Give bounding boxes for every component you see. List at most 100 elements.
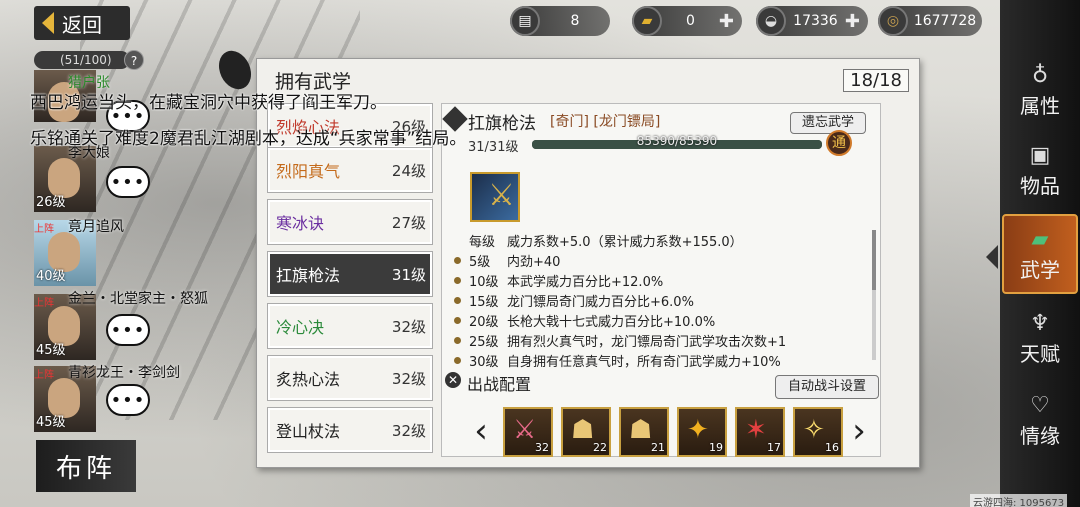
skill-level: 32级 <box>391 421 426 440</box>
effects-scrollbar[interactable] <box>872 230 876 360</box>
effect-text: 内劲+40 <box>507 254 561 270</box>
effect-row: 5级 内劲+40 <box>454 250 864 270</box>
chat-bubble-icon[interactable]: ••• <box>106 166 150 198</box>
chat-bubble-icon[interactable]: ••• <box>106 384 150 416</box>
skill-level: 32级 <box>391 317 426 336</box>
skill-item[interactable]: 冷心决 32级 <box>267 303 433 349</box>
claw-icon: ✶ <box>745 415 767 445</box>
exp-text: 85390/85390 <box>636 134 718 148</box>
skill-level: 24级 <box>391 161 426 180</box>
tab-label: 属性 <box>1020 93 1060 118</box>
book-icon: ▰ <box>1031 226 1049 252</box>
next-arrow-icon[interactable]: › <box>849 413 869 449</box>
skill-detail: 扛旗枪法 [奇门] [龙门镖局] 遗忘武学 31/31级 85390/85390… <box>441 103 881 457</box>
deployed-tag: 上阵 <box>34 370 54 381</box>
tab-label: 物品 <box>1020 173 1060 198</box>
deploy-slot[interactable]: ☗ 21 <box>619 407 669 457</box>
add-silver-button[interactable]: ✚ <box>845 11 860 32</box>
effect-level: 5级 <box>469 254 491 270</box>
gourd-icon: ♁ <box>1031 62 1049 88</box>
effect-level: 15级 <box>469 294 499 310</box>
sword-strike-icon: ⚔ <box>513 415 537 445</box>
resource-value: 8 <box>570 13 580 29</box>
effect-row: 20级 长枪大戟十七式威力百分比+10.0% <box>454 310 864 330</box>
tab-attributes[interactable]: ♁ 属性 <box>1002 50 1078 130</box>
effect-row: 10级 本武学威力百分比+12.0% <box>454 270 864 290</box>
deploy-slot[interactable]: ✦ 19 <box>677 407 727 457</box>
deploy-slot[interactable]: ✶ 17 <box>735 407 785 457</box>
effects-list: 每级 威力系数+5.0（累计威力系数+155.0） 5级 内劲+40 10级 本… <box>454 230 864 370</box>
skill-name: 扛旗枪法 <box>276 266 341 285</box>
effect-level: 10级 <box>469 274 499 290</box>
skill-item[interactable]: 烈阳真气 24级 <box>267 147 433 193</box>
tab-martial-arts[interactable]: ▰ 武学 <box>1002 214 1078 294</box>
back-label: 返回 <box>62 12 102 37</box>
kick-icon: ✦ <box>687 415 709 445</box>
resource-value: 1677728 <box>913 13 977 29</box>
skill-name: 冷心决 <box>276 318 325 337</box>
martial-arts-panel: 拥有武学 18/18 烈焰心法 26级 烈阳真气 24级 寒冰诀 27级 扛旗枪… <box>256 58 920 468</box>
effect-text: 长枪大戟十七式威力百分比+10.0% <box>507 314 716 330</box>
slot-count: 19 <box>709 441 723 454</box>
effect-text: 本武学威力百分比+12.0% <box>507 274 664 290</box>
box-icon: ▣ <box>1029 142 1051 168</box>
scrollbar-thumb[interactable] <box>872 230 876 290</box>
coin-icon: ◎ <box>878 6 908 36</box>
team-sidebar: (51/100) ? 猎户张 ••• 26级 李大娘 ••• 上阵 40级 竟月… <box>34 48 208 498</box>
chat-bubble-icon[interactable]: ••• <box>106 314 150 346</box>
resource-value: 0 <box>685 13 695 29</box>
silver-ingot-icon: ◒ <box>756 6 786 36</box>
mastery-badge: 通 <box>826 130 852 156</box>
resource-coin: ◎ 1677728 <box>878 6 982 36</box>
deploy-slot[interactable]: ✧ 16 <box>793 407 843 457</box>
effect-level: 25级 <box>469 334 499 350</box>
forget-skill-button[interactable]: 遗忘武学 <box>790 112 866 134</box>
effect-text: 自身拥有任意真气时，所有奇门武学威力+10% <box>507 354 781 370</box>
tab-relations[interactable]: ♡ 情缘 <box>1002 380 1078 460</box>
skill-item[interactable]: 寒冰诀 27级 <box>267 199 433 245</box>
side-tabs: ♁ 属性 ▣ 物品 ▰ 武学 ♆ 天赋 ♡ 情缘 <box>1000 0 1080 507</box>
member-level: 45级 <box>36 415 66 430</box>
broadcast-message: 西巴鸿运当头，在藏宝洞穴中获得了阎王军刀。 <box>30 93 387 113</box>
flash-icon: ✧ <box>803 415 825 445</box>
team-member[interactable]: 26级 李大娘 <box>34 145 110 212</box>
skill-level: 32级 <box>391 369 426 388</box>
member-level: 45级 <box>36 343 66 358</box>
deployed-tag: 上阵 <box>34 298 54 309</box>
skill-item[interactable]: 登山杖法 32级 <box>267 407 433 453</box>
server-info: 云游四海: 1095673 <box>970 494 1068 507</box>
effect-row: 30级 自身拥有任意真气时，所有奇门武学威力+10% <box>454 350 864 370</box>
skill-item-selected[interactable]: 扛旗枪法 31级 <box>267 251 433 297</box>
add-gold-button[interactable]: ✚ <box>719 11 734 32</box>
skill-item[interactable]: 炙热心法 32级 <box>267 355 433 401</box>
team-member[interactable]: 上阵 45级 金兰・北堂家主・怒狐 <box>34 291 208 360</box>
active-tab-pointer-icon <box>986 245 998 269</box>
effect-level: 30级 <box>469 354 499 370</box>
effect-text: 龙门镖局奇门威力百分比+6.0% <box>507 294 694 310</box>
broadcast-message: 乐铭通关了难度2魔君乱江湖剧本，达成“兵家常事”结局。 <box>30 129 467 149</box>
skill-level: 31级 <box>391 265 426 284</box>
team-member[interactable]: 上阵 45级 青衫龙王・李剑剑 <box>34 365 180 432</box>
prev-arrow-icon[interactable]: ‹ <box>471 413 491 449</box>
meditate-icon: ☗ <box>629 415 653 445</box>
tab-items[interactable]: ▣ 物品 <box>1002 130 1078 210</box>
effect-text: 拥有烈火真气时，龙门镖局奇门武学攻击次数+1 <box>507 334 787 350</box>
slot-count: 22 <box>593 441 607 454</box>
deploy-slot[interactable]: ☗ 22 <box>561 407 611 457</box>
team-member[interactable]: 上阵 40级 竟月追风 <box>34 219 124 286</box>
member-level: 40级 <box>36 269 66 284</box>
tab-talents[interactable]: ♆ 天赋 <box>1002 298 1078 378</box>
slot-count: 21 <box>651 441 665 454</box>
deploy-slot[interactable]: ⚔ 32 <box>503 407 553 457</box>
bullet-icon <box>454 276 461 284</box>
skill-name: 寒冰诀 <box>276 214 325 233</box>
auto-battle-settings-button[interactable]: 自动战斗设置 <box>775 375 879 399</box>
branch-icon: ♆ <box>1030 310 1050 336</box>
back-button[interactable]: 返回 <box>34 6 130 40</box>
gold-bar-icon: ▰ <box>632 6 662 36</box>
formation-button[interactable]: 布阵 <box>36 440 136 492</box>
help-icon[interactable]: ? <box>124 50 144 70</box>
member-name: 金兰・北堂家主・怒狐 <box>68 291 208 307</box>
resource-value: 17336 <box>793 13 838 29</box>
bullet-icon <box>454 296 461 304</box>
